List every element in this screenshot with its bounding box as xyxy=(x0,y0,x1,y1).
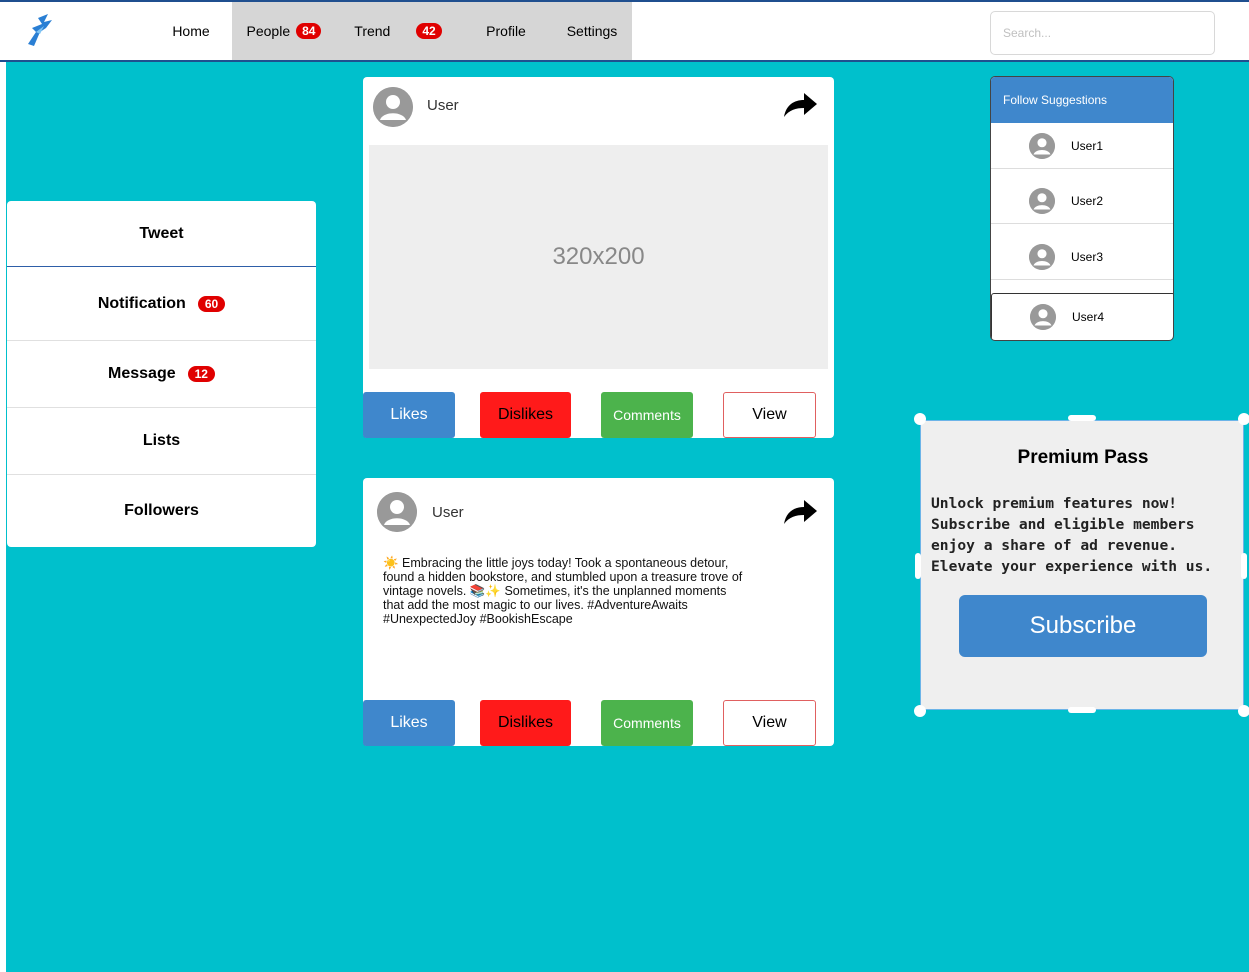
menu-item-tweet[interactable]: Tweet xyxy=(7,201,316,267)
post-image-placeholder: 320x200 xyxy=(369,145,828,369)
left-menu: Tweet Notification 60 Message 12 Lists Fol… xyxy=(7,201,316,547)
premium-pass-panel: Premium Pass Unlock premium features now… xyxy=(920,420,1244,710)
resize-handle[interactable] xyxy=(915,553,921,579)
message-badge: 12 xyxy=(187,366,215,382)
resize-handle[interactable] xyxy=(1241,553,1247,579)
view-label: View xyxy=(752,406,787,423)
comments-label: Comments xyxy=(613,407,681,423)
nav-people[interactable]: People 84 xyxy=(232,2,336,60)
bird-logo-icon[interactable] xyxy=(22,10,56,50)
likes-button[interactable]: Likes xyxy=(363,700,455,746)
resize-handle[interactable] xyxy=(914,705,926,717)
comments-label: Comments xyxy=(613,715,681,731)
likes-label: Likes xyxy=(390,714,428,731)
suggestion-item[interactable]: User4 xyxy=(991,293,1173,340)
suggestion-username: User3 xyxy=(1071,249,1104,264)
menu-item-followers[interactable]: Followers xyxy=(7,475,316,547)
menu-item-label: Tweet xyxy=(139,224,184,242)
view-label: View xyxy=(752,714,787,731)
dislikes-button[interactable]: Dislikes xyxy=(480,700,571,746)
avatar xyxy=(1030,304,1056,330)
premium-title: Premium Pass xyxy=(1017,447,1149,468)
avatar[interactable] xyxy=(373,87,413,127)
top-navbar: Home People 84 Trend 42 Profile Settings xyxy=(0,0,1249,62)
avatar xyxy=(1029,187,1055,214)
view-button[interactable]: View xyxy=(723,700,816,746)
likes-button[interactable]: Likes xyxy=(363,392,455,438)
notification-badge: 60 xyxy=(197,295,226,312)
resize-handle[interactable] xyxy=(1068,707,1096,713)
menu-item-label: Lists xyxy=(142,432,181,449)
follow-suggestions: Follow Suggestions User1 User2 User3 Use… xyxy=(990,76,1174,341)
resize-handle[interactable] xyxy=(1238,413,1249,425)
dislikes-button[interactable]: Dislikes xyxy=(480,392,571,438)
nav-profile-label: Profile xyxy=(486,23,526,39)
avatar xyxy=(1029,243,1055,270)
trend-badge: 42 xyxy=(416,23,442,39)
nav-trend-label: Trend xyxy=(354,23,391,39)
suggestion-item[interactable]: User2 xyxy=(991,178,1173,224)
menu-item-message[interactable]: Message 12 xyxy=(7,341,316,408)
nav-settings[interactable]: Settings xyxy=(552,2,632,60)
suggestion-username: User4 xyxy=(1072,310,1105,324)
suggestion-username: User2 xyxy=(1071,193,1104,208)
avatar xyxy=(1029,132,1055,159)
post-text: ☀️ Embracing the little joys today! Took… xyxy=(383,556,743,626)
menu-item-label: Notification xyxy=(97,294,186,312)
resize-handle[interactable] xyxy=(1238,705,1249,717)
post-card: User ☀️ Embracing the little joys today!… xyxy=(363,478,834,746)
search-input[interactable] xyxy=(990,11,1215,55)
post-username[interactable]: User xyxy=(432,504,464,521)
avatar[interactable] xyxy=(377,492,417,532)
resize-handle[interactable] xyxy=(914,413,926,425)
premium-description: Unlock premium features now! Subscribe a… xyxy=(931,495,1213,575)
dislikes-label: Dislikes xyxy=(497,714,554,731)
post-card: User 320x200 Likes Dislikes Comments Vie… xyxy=(363,77,834,438)
follow-title-label: Follow Suggestions xyxy=(1003,93,1108,107)
people-badge: 84 xyxy=(296,23,322,39)
suggestion-username: User1 xyxy=(1071,138,1104,153)
comments-button[interactable]: Comments xyxy=(601,700,693,746)
nav-profile[interactable]: Profile xyxy=(460,2,552,60)
share-icon[interactable] xyxy=(782,498,818,526)
share-icon[interactable] xyxy=(782,91,818,119)
resize-handle[interactable] xyxy=(1068,415,1096,421)
nav-people-label: People xyxy=(246,23,291,39)
follow-suggestions-title: Follow Suggestions xyxy=(991,77,1173,123)
dislikes-label: Dislikes xyxy=(497,406,554,423)
nav-home-label: Home xyxy=(172,23,210,39)
menu-item-label: Message xyxy=(108,365,176,382)
suggestion-item[interactable]: User3 xyxy=(991,234,1173,280)
nav-home[interactable]: Home xyxy=(150,2,232,60)
post-username[interactable]: User xyxy=(427,97,459,114)
suggestion-item[interactable]: User1 xyxy=(991,123,1173,169)
likes-label: Likes xyxy=(390,406,428,423)
menu-item-label: Followers xyxy=(124,502,199,519)
view-button[interactable]: View xyxy=(723,392,816,438)
nav-trend[interactable]: Trend 42 xyxy=(336,2,460,60)
comments-button[interactable]: Comments xyxy=(601,392,693,438)
subscribe-button[interactable]: Subscribe xyxy=(959,595,1207,657)
menu-item-lists[interactable]: Lists xyxy=(7,408,316,475)
image-placeholder-label: 320x200 xyxy=(552,243,645,270)
menu-item-notification[interactable]: Notification 60 xyxy=(7,267,316,341)
nav-settings-label: Settings xyxy=(566,23,618,39)
subscribe-label: Subscribe xyxy=(1029,612,1137,639)
